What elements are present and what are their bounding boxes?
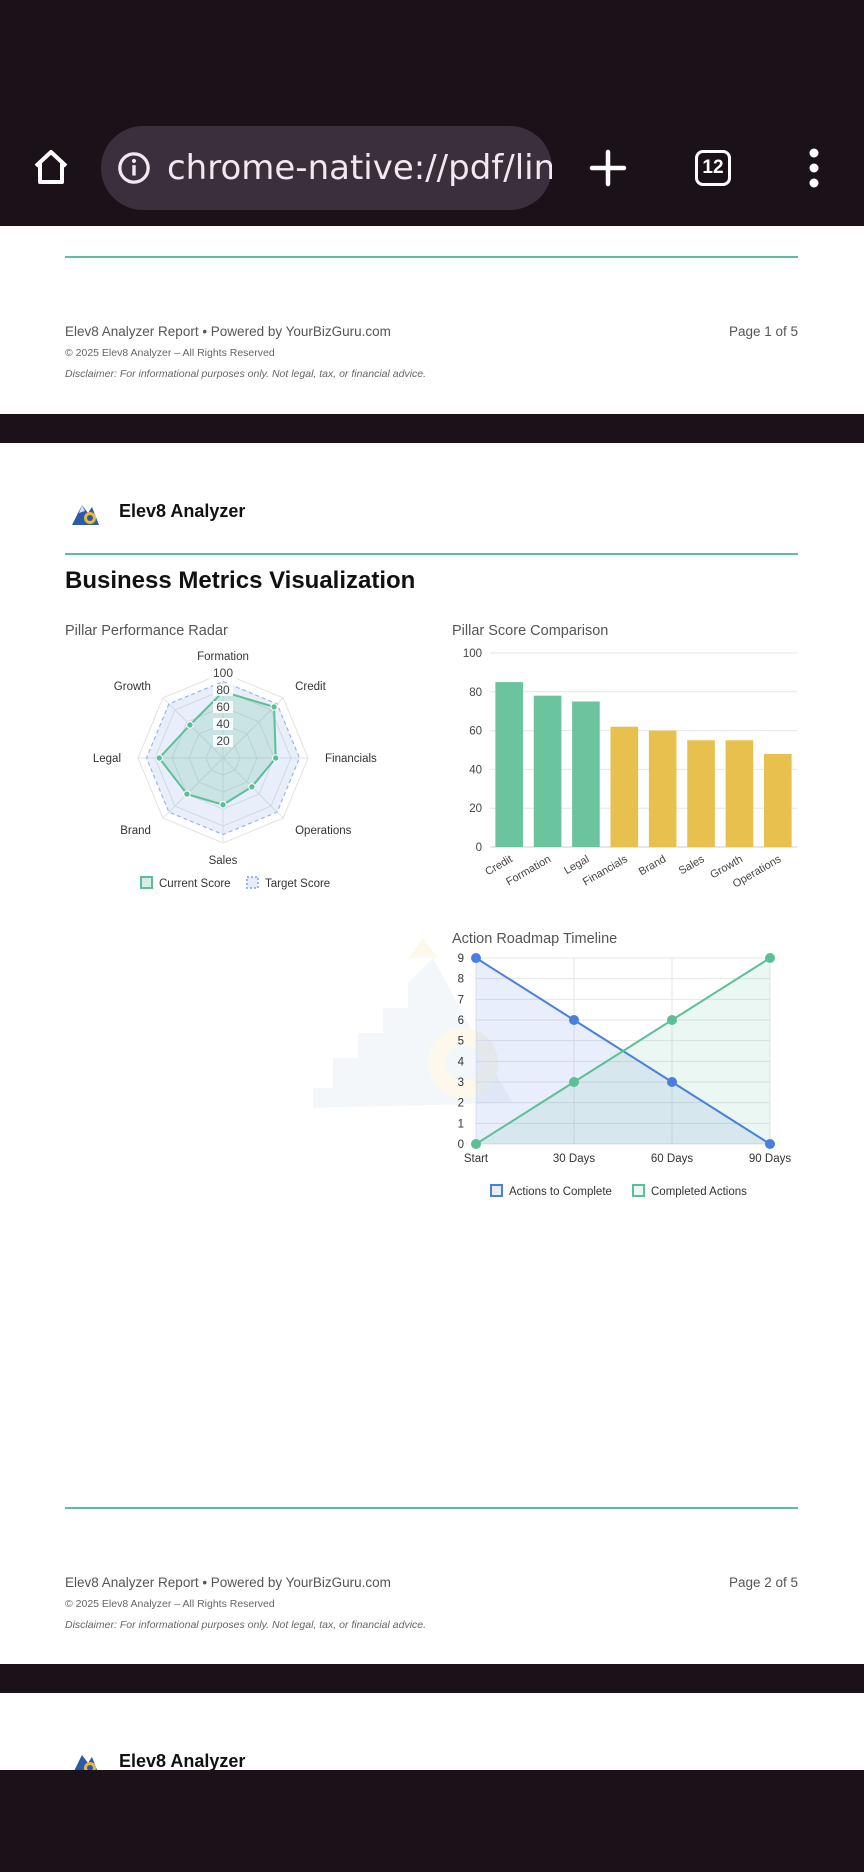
legend-swatch	[246, 876, 259, 889]
radar-point	[155, 754, 163, 762]
timeline-y-tick: 9	[458, 953, 464, 965]
timeline-y-tick: 4	[458, 1056, 465, 1068]
bar	[763, 753, 792, 847]
browser-toolbar: chrome-native://pdf/link 12	[0, 0, 864, 226]
legend-swatch	[490, 1184, 503, 1197]
timeline-y-tick: 7	[458, 994, 464, 1006]
bar-y-tick: 20	[469, 803, 482, 815]
timeline-y-tick: 2	[458, 1098, 464, 1110]
bar-chart: 020406080100CreditFormation LegalFinancia…	[463, 648, 797, 891]
copyright-text: © 2025 Elev8 Analyzer – All Rights Reser…	[65, 347, 275, 359]
bar-x-tick: Sales	[677, 853, 707, 877]
timeline-y-tick: 8	[458, 974, 464, 986]
bar-y-tick: 0	[476, 842, 482, 854]
new-tab-icon[interactable]	[588, 148, 628, 188]
bar-x-tick: Brand	[637, 853, 668, 878]
radar-tick-label: 100	[213, 666, 233, 680]
disclaimer-text: Disclaimer: For informational purposes o…	[65, 368, 427, 380]
timeline-point	[667, 1077, 677, 1087]
pdf-page-3: Elev8 Analyzer	[0, 1693, 864, 1775]
browser-bottom-bar	[0, 1770, 864, 1872]
radar-chart: 20 40 60 80 100 Formation Credit Financials Oper…	[93, 651, 377, 890]
footer-left-text: Elev8 Analyzer Report • Powered by YourB…	[65, 324, 391, 339]
radar-tick-label: 80	[216, 683, 230, 697]
timeline-point	[471, 1139, 481, 1149]
radar-axis-label: Legal	[93, 753, 121, 765]
radar-axis-label: Sales	[209, 855, 238, 867]
page-title: Business Metrics Visualization	[65, 567, 416, 594]
bar	[610, 726, 639, 847]
radar-tick-label: 60	[216, 700, 230, 714]
bar	[495, 682, 524, 847]
radar-axis-label: Credit	[295, 681, 326, 693]
radar-axis-label: Formation	[197, 651, 249, 663]
legend-label: Current Score	[159, 878, 231, 890]
bar-y-tick: 60	[469, 726, 482, 738]
elev8-logo	[72, 505, 99, 525]
divider	[65, 553, 798, 555]
radar-point	[186, 721, 194, 729]
timeline-x-tick: Start	[464, 1153, 489, 1165]
timeline-point	[471, 953, 481, 963]
bar	[533, 695, 562, 847]
divider	[65, 256, 798, 258]
radar-axis-label: Financials	[325, 753, 377, 765]
footer-left-text: Elev8 Analyzer Report • Powered by YourB…	[65, 1575, 391, 1590]
address-bar[interactable]: chrome-native://pdf/link	[101, 126, 552, 210]
disclaimer-text: Disclaimer: For informational purposes o…	[65, 1619, 427, 1631]
bar-chart-title: Pillar Score Comparison	[452, 623, 609, 639]
legend-label: Completed Actions	[651, 1186, 747, 1198]
radar-tick-label: 40	[216, 717, 230, 731]
timeline-y-tick: 0	[458, 1139, 464, 1151]
timeline-x-tick: 90 Days	[749, 1153, 791, 1165]
timeline-point	[569, 1077, 579, 1087]
info-icon[interactable]	[117, 150, 151, 186]
menu-icon[interactable]	[804, 148, 824, 188]
pdf-page-1: Elev8 Analyzer Report • Powered by YourB…	[0, 226, 864, 414]
timeline-y-tick: 3	[458, 1077, 464, 1089]
radar-tick-label: 20	[216, 734, 230, 748]
divider	[65, 1507, 798, 1509]
radar-point	[183, 790, 191, 798]
tab-count: 12	[702, 157, 724, 178]
radar-chart-title: Pillar Performance Radar	[65, 623, 228, 639]
timeline-point	[765, 953, 775, 963]
bar	[572, 701, 600, 847]
bar	[648, 730, 677, 847]
timeline-x-tick: 60 Days	[651, 1153, 693, 1165]
radar-point	[219, 801, 227, 809]
timeline-y-tick: 1	[458, 1118, 464, 1130]
bar	[725, 740, 754, 847]
radar-point	[248, 783, 256, 791]
page-number: Page 1 of 5	[728, 324, 798, 339]
timeline-x-tick: 30 Days	[553, 1153, 595, 1165]
radar-axis-label: Brand	[120, 825, 151, 837]
radar-point	[272, 754, 280, 762]
brand-name: Elev8 Analyzer	[119, 1751, 246, 1771]
radar-axis-label: Operations	[295, 825, 352, 837]
bar	[687, 740, 715, 847]
copyright-text: © 2025 Elev8 Analyzer – All Rights Reser…	[65, 1598, 275, 1610]
radar-point	[270, 703, 278, 711]
timeline-y-tick: 6	[458, 1015, 464, 1027]
bar-y-tick: 40	[469, 764, 482, 776]
timeline-point	[765, 1139, 775, 1149]
timeline-point	[667, 1015, 677, 1025]
pdf-page-2: Elev8 Analyzer Business Metrics Visualiz…	[0, 443, 864, 1664]
legend-label: Actions to Complete	[509, 1186, 612, 1198]
timeline-point	[569, 1015, 579, 1025]
tab-switcher-icon[interactable]: 12	[695, 150, 731, 186]
page-number: Page 2 of 5	[728, 1575, 798, 1590]
home-icon[interactable]	[30, 146, 72, 188]
bar-y-tick: 80	[469, 687, 482, 699]
legend-swatch	[632, 1184, 645, 1197]
url-text: chrome-native://pdf/link	[166, 148, 552, 188]
legend-swatch	[140, 876, 153, 889]
timeline-chart: 0 1 2 3 4 5 6 7 8 9 Start 30 Days 60 Days 90 Days Acti…	[458, 953, 791, 1198]
bar-y-tick: 100	[463, 648, 482, 660]
radar-axis-label: Growth	[114, 681, 151, 693]
brand-name: Elev8 Analyzer	[119, 501, 246, 521]
timeline-y-tick: 5	[458, 1036, 464, 1048]
legend-label: Target Score	[265, 878, 330, 890]
